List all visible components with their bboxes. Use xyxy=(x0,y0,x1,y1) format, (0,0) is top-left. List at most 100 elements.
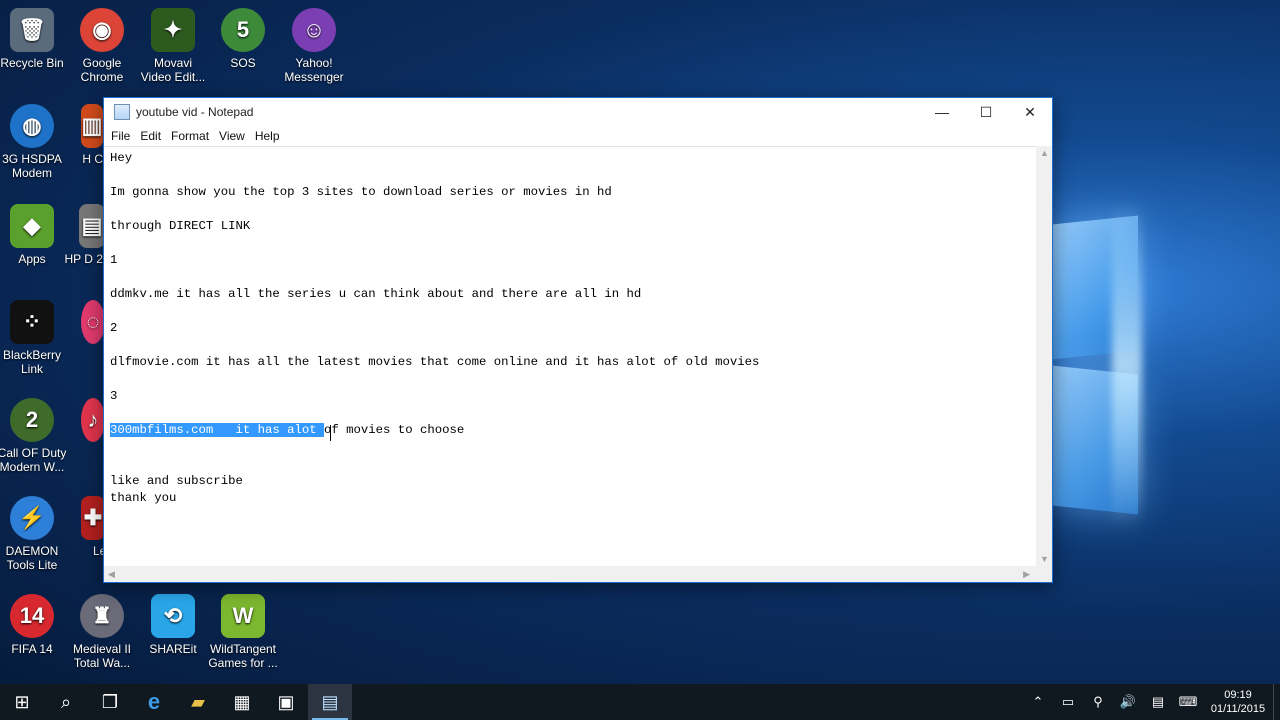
menu-help[interactable]: Help xyxy=(250,129,285,143)
chrome-icon: ◉ xyxy=(80,8,124,52)
close-button[interactable]: ✕ xyxy=(1008,98,1052,126)
maximize-button[interactable]: ☐ xyxy=(964,98,1008,126)
wildtangent-icon: W xyxy=(221,594,265,638)
text-line: like and subscribe xyxy=(110,474,243,488)
desktop-icon-label: SOS xyxy=(230,56,256,70)
yahoo-messenger-icon: ☺ xyxy=(292,8,336,52)
scroll-corner xyxy=(1036,566,1052,582)
notepad-titlebar[interactable]: youtube vid - Notepad — ☐ ✕ xyxy=(104,98,1052,126)
desktop-icon-label: Yahoo! Messenger xyxy=(284,56,344,84)
store-icon: ▦ xyxy=(233,691,251,712)
clock[interactable]: 09:19 01/11/2015 xyxy=(1203,688,1273,716)
keyboard-icon[interactable]: ⌨ xyxy=(1173,694,1203,710)
desktop-icon-wildtangent[interactable]: W WildTangent Games for ... xyxy=(208,594,278,670)
network-icon[interactable]: ⚲ xyxy=(1083,694,1113,710)
notepad-taskbar-icon: ▤ xyxy=(321,691,339,712)
taskbar-app[interactable]: ▣ xyxy=(264,684,308,720)
logo-light-beam xyxy=(1112,200,1142,530)
search-button[interactable]: ⌕ xyxy=(44,684,88,720)
text-line: ddmkv.me it has all the series u can thi… xyxy=(110,287,642,301)
desktop-icon-recycle-bin[interactable]: 🗑 Recycle Bin xyxy=(0,8,67,70)
taskbar-notepad[interactable]: ▤ xyxy=(308,684,352,720)
desktop-icon-label: Medieval II Total Wa... xyxy=(72,642,132,670)
desktop-icon-yahoo-messenger[interactable]: ☺ Yahoo! Messenger xyxy=(279,8,349,84)
desktop-icon-label: Movavi Video Edit... xyxy=(140,56,206,84)
text-cursor-icon xyxy=(330,425,331,441)
call-of-duty-icon: 2 xyxy=(10,398,54,442)
medieval-icon: ♜ xyxy=(80,594,124,638)
menu-file[interactable]: File xyxy=(106,129,135,143)
fifa-icon: 14 xyxy=(10,594,54,638)
vertical-scrollbar[interactable]: ▲ ▼ xyxy=(1036,146,1052,566)
desktop-icon-sos[interactable]: 5 SOS xyxy=(208,8,278,70)
show-hidden-icons-chevron-icon[interactable]: ⌃ xyxy=(1023,694,1053,710)
scroll-right-icon[interactable]: ▶ xyxy=(1023,569,1030,580)
itunes-icon: ♪ xyxy=(81,398,105,442)
connection-manager-icon: ▥ xyxy=(81,104,103,148)
menu-view[interactable]: View xyxy=(214,129,250,143)
desktop-icon-medieval2[interactable]: ♜ Medieval II Total Wa... xyxy=(67,594,137,670)
desktop-icon-label: Google Chrome xyxy=(80,56,124,84)
task-view-icon: ❐ xyxy=(101,691,119,712)
imazing-icon: ◌ xyxy=(81,300,105,344)
action-center-icon[interactable]: ▤ xyxy=(1143,694,1173,710)
scroll-down-icon[interactable]: ▼ xyxy=(1040,554,1049,564)
menu-bar: File Edit Format View Help xyxy=(104,126,1052,146)
menu-format[interactable]: Format xyxy=(166,129,214,143)
text-line-with-selection: 300mbfilms.com it has alot of movies to … xyxy=(110,423,464,437)
text-line: dlfmovie.com it has all the latest movie… xyxy=(110,355,760,369)
desktop-icon-label: SHAREit xyxy=(149,642,197,656)
desktop-icon-label: FIFA 14 xyxy=(11,642,53,656)
window-title: youtube vid - Notepad xyxy=(136,105,254,119)
task-view-button[interactable]: ❐ xyxy=(88,684,132,720)
text-line: 1 xyxy=(110,253,118,267)
system-tray: ⌃ ▭ ⚲ 🔊 ▤ ⌨ 09:19 01/11/2015 xyxy=(1023,684,1280,720)
daemon-tools-icon: ⚡ xyxy=(10,496,54,540)
edge-icon: e xyxy=(147,689,161,714)
printer-icon: ▤ xyxy=(79,204,105,248)
folder-icon: ▰ xyxy=(191,691,205,712)
unselected-text: of movies to choose xyxy=(324,423,465,437)
left4dead-icon: ✚ xyxy=(81,496,105,540)
desktop-icon-movavi[interactable]: ✦ Movavi Video Edit... xyxy=(138,8,208,84)
show-desktop-button[interactable] xyxy=(1273,684,1280,720)
clock-date: 01/11/2015 xyxy=(1210,703,1266,715)
search-icon: ⌕ xyxy=(60,691,72,712)
text-line: through DIRECT LINK xyxy=(110,219,251,233)
horizontal-scrollbar[interactable]: ◀ ▶ xyxy=(104,566,1036,582)
menu-edit[interactable]: Edit xyxy=(135,129,166,143)
minimize-button[interactable]: — xyxy=(920,98,964,126)
text-line: 3 xyxy=(110,389,118,403)
desktop-icon-shareit[interactable]: ⟲ SHAREit xyxy=(138,594,208,656)
movavi-icon: ✦ xyxy=(151,8,195,52)
clock-time: 09:19 xyxy=(1224,689,1252,701)
desktop-icon-chrome[interactable]: ◉ Google Chrome xyxy=(67,8,137,84)
blackberry-icon: ⁘ xyxy=(10,300,54,344)
text-line: thank you xyxy=(110,491,177,505)
notepad-icon xyxy=(114,104,130,120)
taskbar-file-explorer[interactable]: ▰ xyxy=(176,684,220,720)
taskbar: ⊞ ⌕ ❐ e ▰ ▦ ▣ ▤ ⌃ ▭ ⚲ 🔊 ▤ ⌨ 09:19 01/11/… xyxy=(0,684,1280,720)
android-apps-icon: ◆ xyxy=(10,204,54,248)
shareit-icon: ⟲ xyxy=(151,594,195,638)
desktop-icon-label: Recycle Bin xyxy=(0,56,64,70)
text-line: 2 xyxy=(110,321,118,335)
scroll-left-icon[interactable]: ◀ xyxy=(108,569,115,580)
taskbar-edge[interactable]: e xyxy=(132,684,176,720)
notepad-window[interactable]: youtube vid - Notepad — ☐ ✕ File Edit Fo… xyxy=(103,97,1053,583)
windows-start-icon: ⊞ xyxy=(14,691,30,712)
desktop-icon-label: WildTangent Games for ... xyxy=(208,642,278,670)
taskbar-store[interactable]: ▦ xyxy=(220,684,264,720)
recycle-bin-icon: 🗑 xyxy=(10,8,54,52)
text-line: Hey xyxy=(110,151,133,165)
volume-icon[interactable]: 🔊 xyxy=(1113,694,1143,710)
text-editor[interactable]: Hey Im gonna show you the top 3 sites to… xyxy=(104,146,1036,567)
battery-icon[interactable]: ▭ xyxy=(1053,694,1083,710)
app-window-icon: ▣ xyxy=(277,691,295,712)
desktop-icon-fifa14[interactable]: 14 FIFA 14 xyxy=(0,594,67,656)
globe-icon: ◍ xyxy=(10,104,54,148)
sos-icon: 5 xyxy=(221,8,265,52)
scroll-up-icon[interactable]: ▲ xyxy=(1040,148,1049,158)
start-button[interactable]: ⊞ xyxy=(0,684,44,720)
selected-text: 300mbfilms.com it has alot xyxy=(110,423,325,437)
